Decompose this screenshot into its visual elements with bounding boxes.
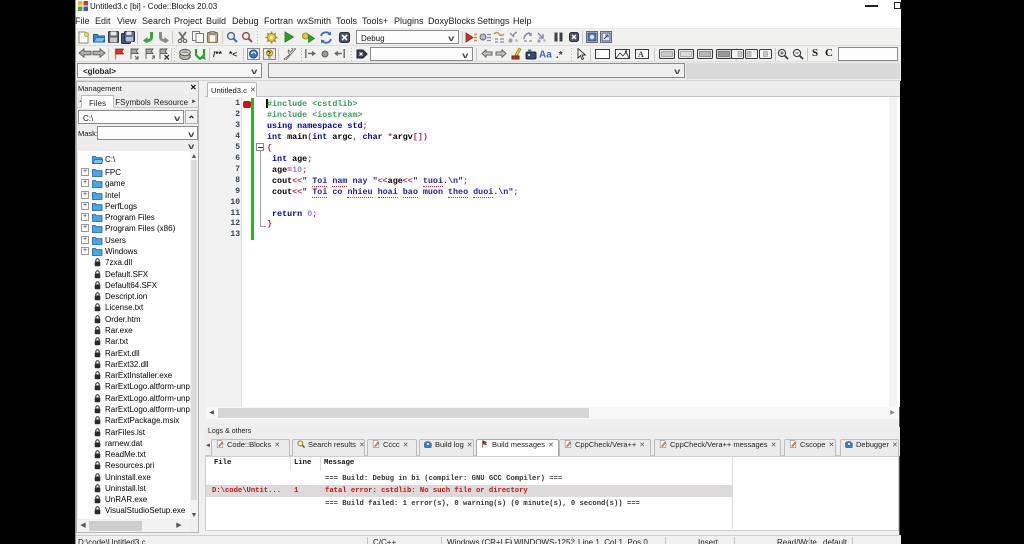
svg-text:.*: .*: [556, 50, 563, 60]
svg-text:A: A: [638, 50, 644, 59]
svg-text:?: ?: [267, 51, 271, 58]
svg-text:Aa: Aa: [539, 50, 552, 61]
